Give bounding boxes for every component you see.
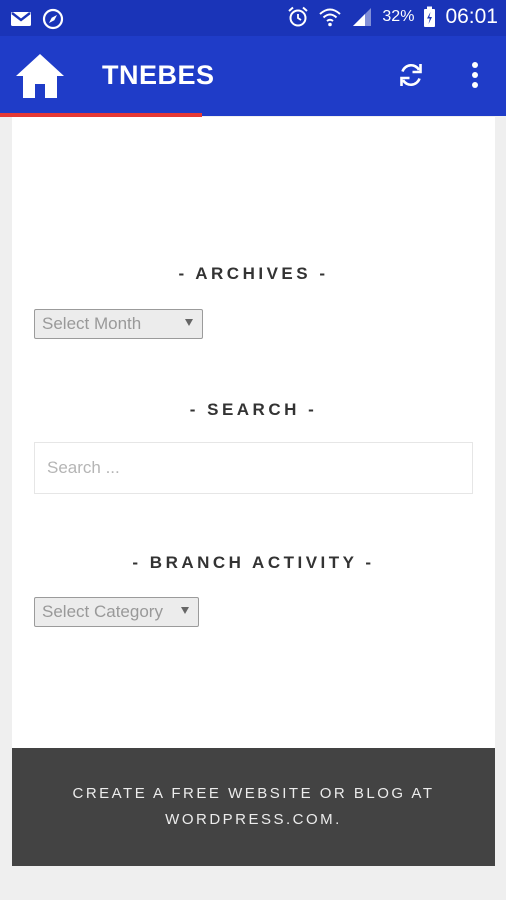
battery-percent: 32% [382, 8, 415, 25]
category-select[interactable]: Select Category [34, 597, 199, 627]
refresh-icon[interactable] [396, 60, 426, 90]
branch-activity-title: - BRANCH ACTIVITY - [132, 553, 375, 572]
dropdown-arrow-icon [185, 319, 193, 326]
archives-select[interactable]: Select Month [34, 309, 203, 339]
search-placeholder: Search ... [47, 458, 120, 477]
clock-time: 06:01 [445, 5, 498, 28]
search-title: - SEARCH - [189, 400, 318, 419]
wifi-icon [319, 8, 342, 27]
home-icon[interactable] [12, 50, 68, 102]
archives-title: - ARCHIVES - [178, 264, 329, 283]
signal-icon [353, 8, 372, 26]
footer-link[interactable]: CREATE A FREE WEBSITE OR BLOG AT [12, 781, 495, 807]
footer-link-domain[interactable]: WORDPRESS.COM. [12, 807, 495, 833]
app-bar: TNEBES [0, 36, 506, 116]
archives-select-value: Select Month [42, 314, 142, 333]
compass-icon [42, 8, 64, 30]
category-select-value: Select Category [42, 602, 163, 621]
page-content: - ARCHIVES - Select Month - SEARCH - Sea… [12, 117, 495, 748]
battery-icon [424, 6, 436, 27]
alarm-icon [288, 6, 309, 27]
overflow-menu-icon[interactable] [462, 60, 488, 90]
status-bar: 32% 06:01 [0, 0, 506, 36]
site-footer: CREATE A FREE WEBSITE OR BLOG AT WORDPRE… [12, 748, 495, 866]
gmail-icon [11, 12, 31, 26]
app-title: TNEBES [102, 60, 215, 90]
search-input[interactable]: Search ... [34, 442, 473, 494]
dropdown-arrow-icon [181, 607, 189, 614]
